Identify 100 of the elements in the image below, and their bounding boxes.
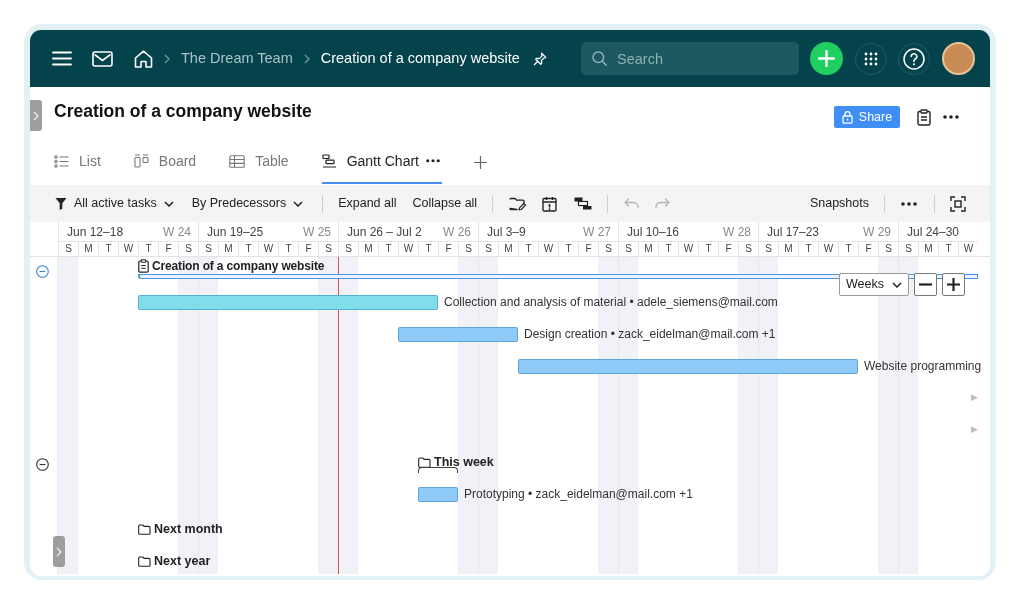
stacked-bars-icon[interactable]: [574, 197, 593, 210]
task-label: Design creation • zack_eidelman@mail.com +1: [523, 326, 776, 343]
more-icon[interactable]: [901, 201, 917, 206]
avatar-placeholder[interactable]: [942, 42, 975, 75]
home-icon[interactable]: [134, 49, 153, 68]
day-label: T: [245, 243, 252, 254]
plus-icon[interactable]: [473, 154, 488, 170]
sidebar-toggle[interactable]: [53, 536, 65, 567]
week-range: Jun 26 – Jul 2: [347, 224, 422, 241]
day-label: T: [385, 243, 392, 254]
page-title: Creation of a company website: [54, 100, 312, 123]
help-icon: [903, 47, 925, 70]
week-range: Jun 19–25: [207, 224, 264, 241]
day-label: F: [865, 243, 872, 254]
day-label: T: [705, 243, 712, 254]
day-label: S: [885, 243, 892, 254]
day-label: W: [823, 243, 834, 254]
day-label: M: [224, 243, 233, 254]
collapse-all-button[interactable]: Collapse all: [412, 194, 478, 213]
view-tab[interactable]: List: [54, 140, 103, 184]
day-label: M: [644, 243, 653, 254]
week-range: Jul 10–16: [627, 224, 680, 241]
week-range: Jul 24–30: [907, 224, 960, 241]
day-label: W: [543, 243, 554, 254]
day-label: S: [345, 243, 352, 254]
day-label: W: [683, 243, 694, 254]
board-icon: [133, 154, 149, 168]
chevron-icon: [303, 53, 310, 64]
folder-icon: [418, 456, 431, 468]
collapse-icon[interactable]: [35, 457, 49, 471]
fullscreen-icon[interactable]: [950, 195, 966, 212]
more-icon[interactable]: [943, 115, 959, 119]
day-label: W: [963, 243, 974, 254]
menu-icon[interactable]: [52, 51, 72, 66]
folder-edit-icon[interactable]: [509, 196, 527, 211]
day-label: W: [123, 243, 134, 254]
day-label: T: [525, 243, 532, 254]
chevron-icon: [164, 53, 170, 64]
week-number: W 29: [863, 224, 891, 241]
task-bar[interactable]: [518, 358, 858, 374]
day-label: S: [765, 243, 772, 254]
day-label: T: [565, 243, 572, 254]
view-tab[interactable]: Board: [133, 140, 199, 184]
sidebar-toggle[interactable]: [30, 100, 42, 131]
day-label: M: [84, 243, 93, 254]
day-label: S: [465, 243, 472, 254]
day-label: T: [105, 243, 112, 254]
expand-all-button[interactable]: Expand all: [338, 194, 397, 213]
task-label: Prototyping • zack_eidelman@mail.com +1: [463, 486, 693, 503]
day-label: F: [165, 243, 172, 254]
breadcrumb-link[interactable]: Creation of a company website: [320, 47, 520, 70]
filter-dropdown[interactable]: All active tasks: [55, 194, 174, 213]
group-bracket: [418, 467, 458, 473]
day-label: S: [485, 243, 492, 254]
plus-icon: [947, 278, 960, 291]
week-range: Jul 17–23: [767, 224, 820, 241]
add-button[interactable]: [810, 42, 843, 75]
pin-icon[interactable]: [532, 51, 547, 66]
search-icon: [592, 51, 607, 66]
group-label: Next year: [154, 552, 211, 570]
day-label: S: [205, 243, 212, 254]
more-icon: [426, 159, 440, 163]
mail-icon[interactable]: [92, 50, 113, 67]
scale-dropdown[interactable]: Weeks: [839, 273, 909, 296]
group-label: Next month: [154, 520, 223, 538]
chevron-icon: [33, 110, 39, 121]
task-label: Collection and analysis of material • adele_siemens@mail.com: [443, 294, 778, 311]
day-label: T: [665, 243, 672, 254]
day-label: F: [585, 243, 592, 254]
day-label: T: [145, 243, 152, 254]
lock-icon: [841, 110, 853, 124]
clipboard-icon[interactable]: [917, 108, 931, 126]
task-bar[interactable]: [398, 326, 518, 342]
view-tab[interactable]: Table: [229, 140, 291, 184]
search-field[interactable]: Search: [581, 42, 799, 75]
grouping-dropdown[interactable]: By Predecessors: [191, 194, 304, 213]
task-bar[interactable]: [418, 486, 458, 502]
day-label: F: [725, 243, 732, 254]
breadcrumb-link[interactable]: The Dream Team: [181, 47, 293, 70]
zoom-out-button[interactable]: [914, 273, 937, 296]
day-label: S: [65, 243, 72, 254]
caret-icon: [892, 281, 902, 288]
snapshots-button[interactable]: Snapshots: [809, 194, 869, 213]
calendar-alert-icon[interactable]: [542, 195, 558, 212]
day-label: M: [924, 243, 933, 254]
day-label: S: [325, 243, 332, 254]
table-icon: [229, 154, 246, 168]
plus-icon: [818, 50, 835, 67]
day-label: S: [185, 243, 192, 254]
grid-icon: [864, 51, 878, 66]
day-label: W: [403, 243, 414, 254]
day-label: S: [905, 243, 912, 254]
zoom-in-button[interactable]: [942, 273, 965, 296]
project-title: Creation of a company website: [152, 259, 325, 273]
week-range: Jun 12–18: [67, 224, 124, 241]
list-icon: [54, 154, 69, 168]
day-label: M: [364, 243, 373, 254]
day-label: W: [263, 243, 274, 254]
clipboard-icon: [138, 259, 149, 273]
day-label: F: [445, 243, 452, 254]
